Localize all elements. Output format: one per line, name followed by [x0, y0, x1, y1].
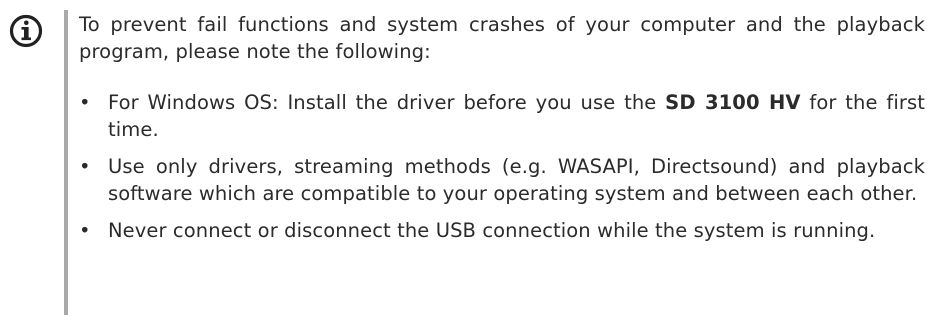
bullet-text: Use only drivers, streaming methods (e.g…	[108, 155, 925, 205]
notice-side-bar	[64, 10, 68, 315]
bullet-text-before: For Windows OS: Install the driver befor…	[108, 91, 666, 114]
bullet-text: Never connect or disconnect the USB conn…	[108, 219, 876, 242]
notice-content: To prevent fail functions and system cra…	[79, 11, 925, 254]
notice-bullet-compatible-drivers: • Use only drivers, streaming methods (e…	[79, 153, 925, 207]
bullet-icon: •	[79, 219, 91, 242]
notice-intro: To prevent fail functions and system cra…	[79, 13, 925, 63]
notice-bullet-windows-driver: • For Windows OS: Install the driver bef…	[79, 89, 925, 143]
bullet-icon: •	[79, 155, 91, 178]
product-name: SD 3100 HV	[665, 91, 801, 114]
notice-bullet-usb-connection: • Never connect or disconnect the USB co…	[79, 217, 925, 244]
info-icon	[9, 14, 43, 48]
notice-bullet-list: • For Windows OS: Install the driver bef…	[79, 89, 925, 244]
bullet-icon: •	[79, 91, 91, 114]
